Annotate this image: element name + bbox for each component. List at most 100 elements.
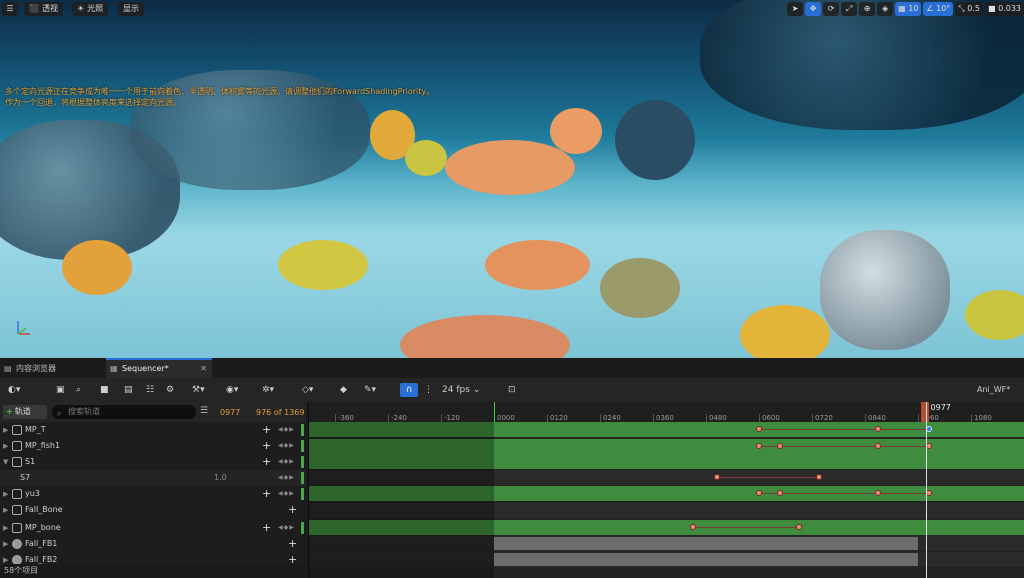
skeletal-animation-section[interactable] [494, 537, 919, 550]
add-section-plus-icon[interactable]: + [288, 502, 297, 518]
keyframe[interactable] [926, 426, 933, 432]
current-frame-field[interactable]: 0977 [220, 408, 240, 417]
select-tool-button[interactable]: ➤ [787, 2, 804, 16]
grid-snap-button[interactable]: ▦ 10 [895, 2, 922, 16]
frame-rate-dropdown[interactable]: 24 fps ⌄ [442, 383, 480, 397]
track-value[interactable]: 1.0 [214, 470, 227, 486]
collapse-arrow-icon[interactable]: ▼ [3, 454, 8, 470]
expand-arrow-icon[interactable]: ▶ [3, 438, 8, 454]
filter-icon[interactable]: ☰ [200, 406, 208, 416]
keyframe-nav-icon[interactable]: ◀◆▶ [278, 470, 295, 486]
keyframe-nav-icon[interactable]: ◀◆▶ [278, 438, 295, 454]
tools-wrench-icon[interactable]: ⚒▾ [192, 383, 205, 397]
keyframe[interactable] [756, 426, 763, 432]
timeline-panel[interactable]: -360 -240 -120 0000 0120 0240 0360 0480 0600 0720… [309, 402, 1024, 578]
keyframe-nav-icon[interactable]: ◀◆▶ [278, 520, 295, 536]
camera-icon[interactable]: ■ [100, 383, 109, 397]
expand-arrow-icon[interactable]: ▶ [3, 520, 8, 536]
ruler-tick-mark [812, 414, 814, 422]
show-button[interactable]: 显示 [118, 2, 144, 16]
track-row[interactable]: ▼ S1 + ◀◆▶ [0, 454, 306, 470]
find-in-browser-icon[interactable]: ⌕ [76, 383, 81, 397]
actor-to-sequencer-icon[interactable]: ⚙ [166, 383, 174, 397]
track-row[interactable]: ▶ Fall_FB1 + [0, 536, 306, 552]
skeletal-animation-section[interactable] [494, 553, 919, 566]
keyframe[interactable] [926, 443, 933, 449]
add-section-plus-icon[interactable]: + [288, 536, 297, 552]
keyframe[interactable] [875, 443, 882, 449]
keyframe[interactable] [714, 474, 721, 480]
key-connector-line [759, 493, 930, 494]
track-row[interactable]: S7 1.0 ◀◆▶ [0, 470, 306, 486]
add-section-plus-icon[interactable]: + [262, 422, 271, 438]
add-section-plus-icon[interactable]: + [262, 486, 271, 502]
view-eye-icon[interactable]: ◉▾ [226, 383, 238, 397]
playhead-handle[interactable] [920, 402, 929, 422]
keyframe[interactable] [756, 443, 763, 449]
track-row[interactable]: ▶ MP_T + ◀◆▶ [0, 422, 306, 438]
track-search-input[interactable]: ⌕ 搜索轨道 [52, 405, 196, 419]
time-ruler[interactable]: -360 -240 -120 0000 0120 0240 0360 0480 0600 0720… [309, 402, 1024, 423]
expand-arrow-icon[interactable]: ▶ [3, 502, 8, 518]
key-connector-line [759, 446, 930, 447]
ruler-tick-mark [387, 414, 389, 422]
perspective-button[interactable]: ⬛ 透视 [24, 2, 63, 16]
keyframe[interactable] [795, 524, 802, 530]
playhead-line[interactable] [925, 402, 927, 578]
keyframe[interactable] [815, 474, 822, 480]
move-tool-button[interactable]: ✥ [805, 2, 822, 16]
expand-arrow-icon[interactable]: ▶ [3, 486, 8, 502]
keyframe[interactable] [777, 490, 784, 496]
scale-snap-button[interactable]: ⤡ 0.5 [955, 2, 983, 16]
expand-arrow-icon[interactable]: ▶ [3, 536, 8, 552]
keyframe[interactable] [689, 524, 696, 530]
angle-snap-button[interactable]: ∠ 10° [923, 2, 954, 16]
key-diamond-icon[interactable]: ◇▾ [302, 383, 313, 397]
axis-gizmo-icon [17, 321, 30, 335]
scene-coral [550, 108, 602, 154]
tab-content-browser[interactable]: ▤ 内容浏览器 [0, 360, 100, 378]
outliner-header: + 轨道 ⌕ 搜索轨道 ☰ 0977 976 of 1369 [0, 402, 306, 422]
curve-editor-icon[interactable]: ⊡ [508, 383, 516, 397]
scale-tool-button[interactable]: ⤢ [841, 2, 858, 16]
add-section-plus-icon[interactable]: + [262, 454, 271, 470]
keyframe-nav-icon[interactable]: ◀◆▶ [278, 422, 295, 438]
track-row[interactable]: ▶ Fall_Bone + [0, 502, 306, 518]
keyframe-nav-icon[interactable]: ◀◆▶ [278, 454, 295, 470]
coordinate-space-button[interactable]: ⊕ [859, 2, 876, 16]
keyframe-nav-icon[interactable]: ◀◆▶ [278, 486, 295, 502]
keyframe[interactable] [756, 490, 763, 496]
lit-mode-button[interactable]: ☀ 光照 [72, 2, 109, 16]
close-tab-icon[interactable]: ✕ [200, 360, 207, 377]
expand-arrow-icon[interactable]: ▶ [3, 422, 8, 438]
track-row[interactable]: ▶ MP_fish1 + ◀◆▶ [0, 438, 306, 454]
viewport-menu-button[interactable]: ☰ [2, 2, 18, 16]
edit-pen-icon[interactable]: ✎▾ [364, 383, 376, 397]
keyframe[interactable] [777, 443, 784, 449]
keyframe[interactable] [875, 426, 882, 432]
camera-speed-button[interactable]: ■ 0.033 [984, 2, 1024, 16]
key-connector-line [717, 477, 819, 478]
playback-options-icon[interactable]: ✲▾ [262, 383, 274, 397]
world-settings-icon[interactable]: ◐▾ [8, 383, 20, 397]
save-icon[interactable]: ▣ [56, 383, 65, 397]
level-viewport[interactable]: ☰ ⬛ 透视 ☀ 光照 显示 ➤ ✥ ⟳ ⤢ ⊕ ◈ ▦ 10 ∠ 10° ⤡ … [0, 0, 1024, 358]
track-row[interactable]: ▶ yu3 + ◀◆▶ [0, 486, 306, 502]
add-section-plus-icon[interactable]: + [262, 438, 271, 454]
add-track-button[interactable]: + 轨道 [3, 405, 47, 419]
snap-magnet-icon[interactable]: ∩ [400, 383, 418, 397]
sequence-name[interactable]: Ani_WF* [977, 383, 1010, 397]
keyframe[interactable] [926, 490, 933, 496]
render-movie-icon[interactable]: ▤ [124, 383, 133, 397]
surface-snap-button[interactable]: ◈ [877, 2, 894, 16]
keyframe[interactable] [875, 490, 882, 496]
rotate-tool-button[interactable]: ⟳ [823, 2, 840, 16]
add-section-plus-icon[interactable]: + [262, 520, 271, 536]
tab-sequencer[interactable]: ▦ Sequencer* ✕ [106, 358, 212, 378]
track-row[interactable]: ▶ MP_bone + ◀◆▶ [0, 520, 306, 536]
ruler-tick-label: 0480 [709, 414, 727, 422]
track-name: MP_T [25, 425, 46, 434]
auto-key-icon[interactable]: ◆ [340, 383, 347, 397]
snap-options-icon[interactable]: ⋮ [424, 383, 433, 397]
settings-list-icon[interactable]: ☷ [146, 383, 154, 397]
